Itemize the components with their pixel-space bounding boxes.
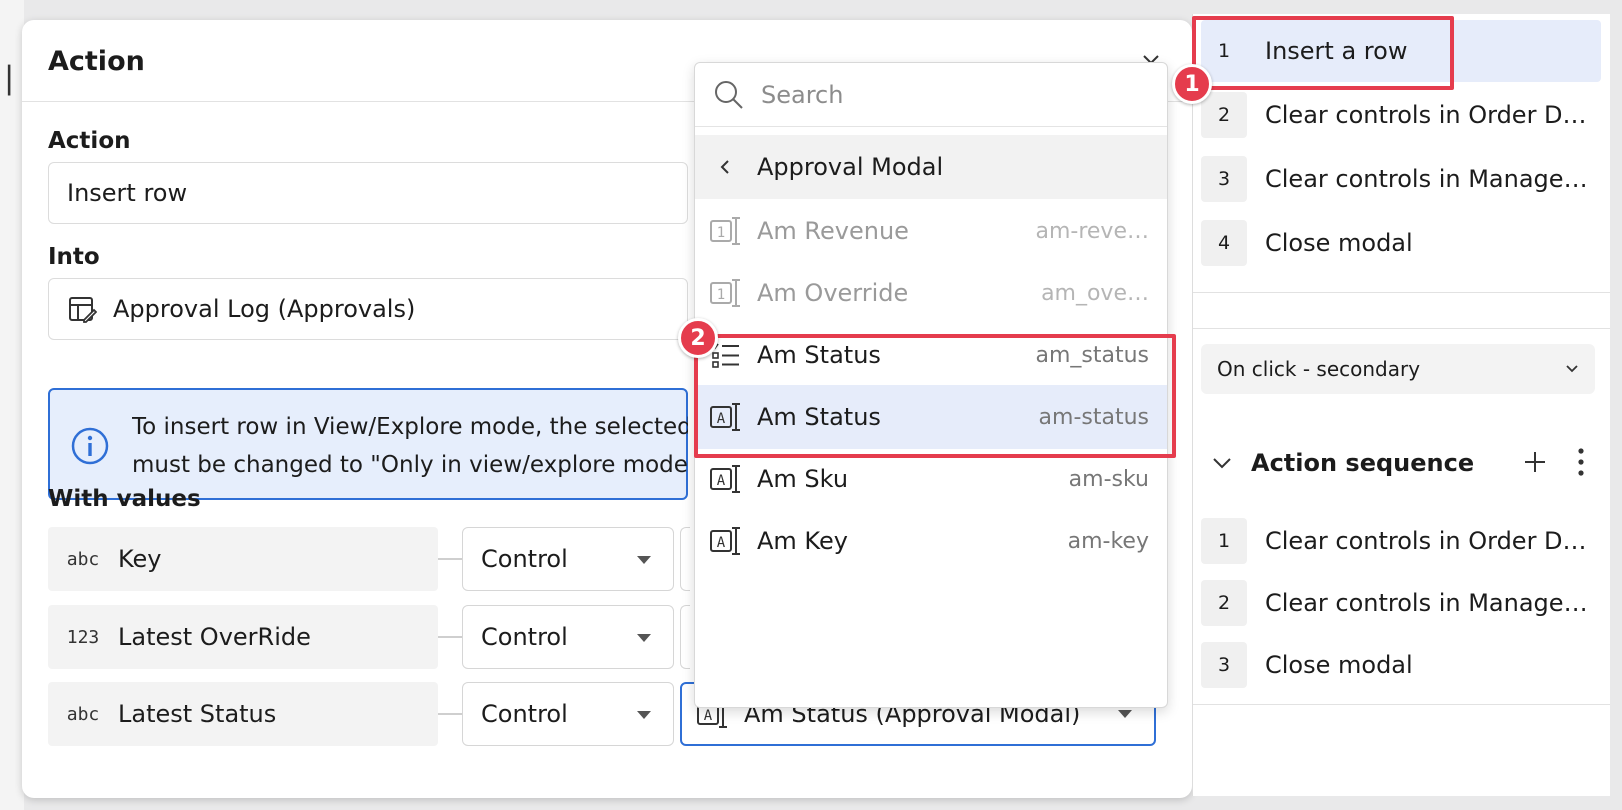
- text-type-icon: abc: [66, 703, 100, 725]
- number-type-icon: 123: [66, 626, 100, 648]
- into-value: Approval Log (Approvals): [113, 295, 416, 323]
- info-banner: To insert row in View/Explore mode, the …: [48, 388, 688, 500]
- divider: [1193, 292, 1610, 293]
- control-dropdown: Approval Modal 1 Am Revenue am-reve… 1 A…: [694, 62, 1168, 708]
- action-sequence-header[interactable]: Action sequence: [1201, 438, 1601, 488]
- caret-down-icon: [637, 711, 651, 719]
- connector-line: [438, 636, 462, 638]
- dropdown-item-am-sku[interactable]: A Am Sku am-sku: [695, 447, 1167, 511]
- chevron-down-icon[interactable]: [1211, 452, 1233, 474]
- dropdown-item-am-override[interactable]: 1 Am Override am_ove…: [695, 261, 1167, 325]
- source-type-select[interactable]: Control: [462, 605, 674, 669]
- dropdown-item-am-status-list[interactable]: Am Status am_status: [695, 323, 1167, 387]
- divider: [1193, 704, 1610, 705]
- dropdown-item-am-revenue[interactable]: 1 Am Revenue am-reve…: [695, 199, 1167, 263]
- callout-badge-2: 2: [678, 318, 718, 358]
- step-close-modal[interactable]: 4 Close modal: [1201, 212, 1601, 274]
- svg-text:A: A: [717, 535, 726, 551]
- sequence-step-clear-manager[interactable]: 2 Clear controls in Manager…: [1201, 572, 1601, 634]
- svg-text:1: 1: [717, 225, 725, 241]
- caret-down-icon: [637, 556, 651, 564]
- step-clear-controls-manager[interactable]: 3 Clear controls in Manager…: [1201, 148, 1601, 210]
- text-type-icon: abc: [66, 548, 100, 570]
- action-select[interactable]: Insert row: [48, 162, 688, 224]
- chevron-down-icon: [1566, 365, 1578, 373]
- text-control-icon: A: [710, 403, 740, 431]
- svg-text:A: A: [717, 473, 726, 489]
- action-label: Action: [48, 128, 131, 154]
- chevron-left-icon: [720, 160, 729, 174]
- callout-badge-1: 1: [1172, 64, 1212, 104]
- search-bar: [695, 63, 1167, 127]
- control-select[interactable]: [680, 605, 690, 669]
- connector-line: [438, 713, 462, 715]
- caret-down-icon: [1118, 710, 1132, 718]
- svg-text:1: 1: [717, 287, 725, 303]
- back-to-approval-modal[interactable]: Approval Modal: [695, 135, 1167, 199]
- source-type-select[interactable]: Control: [462, 527, 674, 591]
- more-options-icon[interactable]: [1573, 446, 1589, 478]
- info-icon: [71, 427, 109, 465]
- control-select[interactable]: [680, 527, 690, 591]
- step-insert-a-row[interactable]: 1 Insert a row: [1201, 20, 1601, 82]
- add-action-icon[interactable]: [1521, 448, 1549, 476]
- source-type-select[interactable]: Control: [462, 682, 674, 746]
- dropdown-item-am-key[interactable]: A Am Key am-key: [695, 509, 1167, 573]
- action-sidebar: 1 Insert a row 2 Clear controls in Order…: [1192, 14, 1610, 796]
- table-edit-icon: [69, 297, 97, 323]
- divider: [1193, 328, 1610, 329]
- into-label: Into: [48, 244, 100, 270]
- action-value: Insert row: [67, 179, 188, 207]
- number-control-icon: 1: [710, 217, 740, 245]
- panel-title: Action: [48, 46, 145, 77]
- sequence-step-clear-order[interactable]: 1 Clear controls in Order D…: [1201, 510, 1601, 572]
- with-values-label: With values: [48, 486, 201, 512]
- connector-line: [438, 558, 462, 560]
- info-text: To insert row in View/Explore mode, the …: [132, 414, 688, 478]
- into-select[interactable]: Approval Log (Approvals): [48, 278, 688, 340]
- step-clear-controls-order[interactable]: 2 Clear controls in Order D…: [1201, 84, 1601, 146]
- column-name: abc Latest Status: [48, 682, 438, 746]
- column-name: 123 Latest OverRide: [48, 605, 438, 669]
- caret-down-icon: [637, 634, 651, 642]
- text-control-icon: A: [710, 465, 740, 493]
- svg-text:A: A: [704, 708, 713, 724]
- sequence-step-close-modal[interactable]: 3 Close modal: [1201, 634, 1601, 696]
- text-control-icon: A: [710, 527, 740, 555]
- background-canvas: ▏: [0, 0, 28, 810]
- number-control-icon: 1: [710, 279, 740, 307]
- search-icon: [715, 81, 743, 109]
- svg-text:A: A: [717, 411, 726, 427]
- trigger-select[interactable]: On click - secondary: [1201, 344, 1595, 394]
- dropdown-item-am-status-text[interactable]: A Am Status am-status: [695, 385, 1167, 449]
- search-input[interactable]: [761, 77, 1141, 113]
- column-name: abc Key: [48, 527, 438, 591]
